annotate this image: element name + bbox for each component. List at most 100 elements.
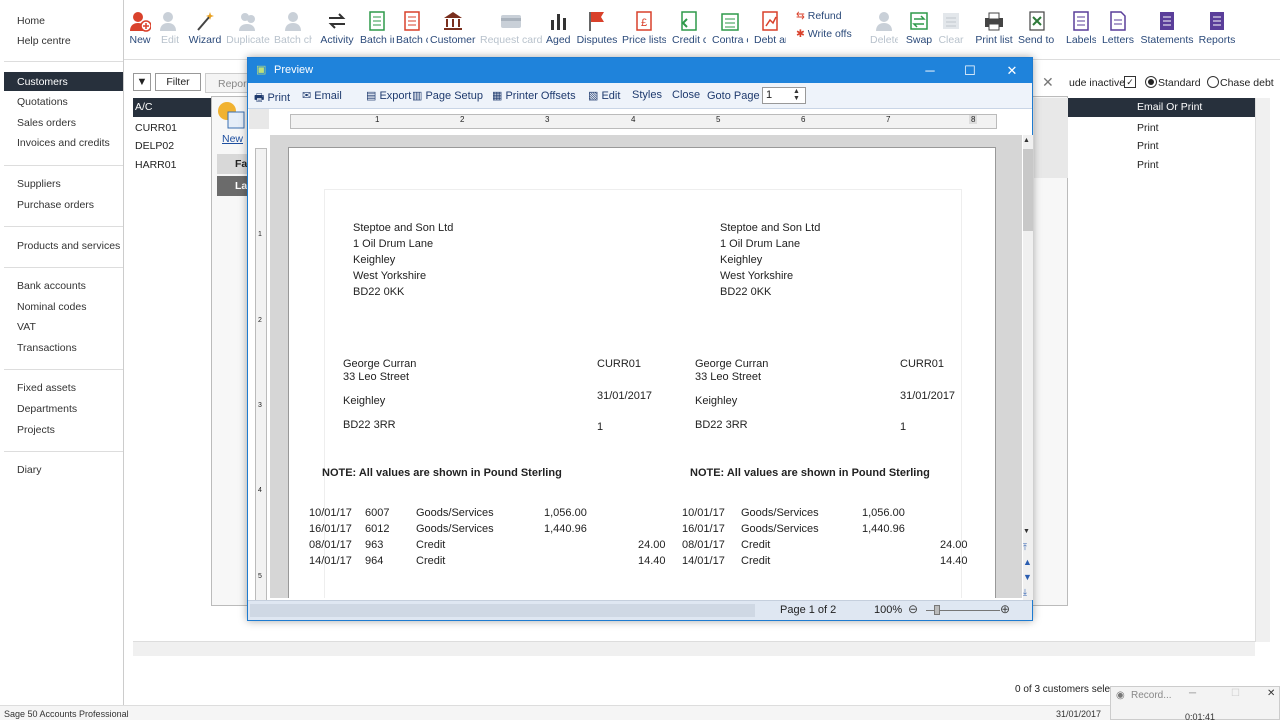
bank-receipt-icon	[444, 12, 462, 30]
sidebar-item-projects[interactable]: Projects	[17, 424, 55, 436]
price-lists-button[interactable]: £ Price lists	[622, 10, 666, 57]
sidebar-item-suppliers[interactable]: Suppliers	[17, 178, 61, 190]
print-list-button[interactable]: Print list	[974, 10, 1014, 57]
sidebar-item-products-services[interactable]: Products and services	[17, 240, 120, 252]
export-icon: ▤	[366, 90, 377, 102]
maximize-button[interactable]: ☐	[950, 58, 990, 83]
batch-changes-button[interactable]: Batch changes	[274, 10, 312, 57]
wizard-button[interactable]: Wizard	[188, 10, 222, 57]
ruler-mark: 1	[375, 115, 380, 124]
sidebar-item-sales-orders[interactable]: Sales orders	[17, 117, 76, 129]
line-date: 08/01/17	[309, 539, 352, 551]
grid-row-email[interactable]: Print	[1137, 140, 1159, 152]
sidebar-item-nominal-codes[interactable]: Nominal codes	[17, 301, 86, 313]
recorder-minimize-button[interactable]: ─	[1189, 688, 1196, 699]
batch-changes-button-label: Batch changes	[274, 35, 312, 46]
aged-debt-button[interactable]: Aged debt	[546, 10, 572, 57]
sidebar-item-quotations[interactable]: Quotations	[17, 96, 68, 108]
request-card-payment-button[interactable]: Request card payment	[480, 10, 542, 57]
batch-invoice-button[interactable]: Batch invoice	[360, 10, 394, 57]
tab-fa[interactable]: Fa	[217, 154, 249, 174]
grid-row-email[interactable]: Print	[1137, 122, 1159, 134]
grid-row-ac[interactable]: HARR01	[135, 159, 176, 171]
dialog-side-panel	[1034, 98, 1068, 178]
clear-button[interactable]: Clear	[938, 10, 964, 57]
horizontal-scrollbar[interactable]	[250, 604, 755, 617]
write-offs-button[interactable]: ✱ Write offs	[796, 29, 860, 40]
debt-analysis-button[interactable]: Debt analysis	[754, 10, 786, 57]
filter-icon[interactable]: ▼	[133, 73, 151, 91]
sidebar-item-fixed-assets[interactable]: Fixed assets	[17, 382, 76, 394]
disputes-button[interactable]: Disputes	[576, 10, 618, 57]
sidebar-item-bank-accounts[interactable]: Bank accounts	[17, 280, 86, 292]
batch-credit-button[interactable]: Batch credit	[396, 10, 428, 57]
customer-postcode: BD22 3RR	[343, 419, 396, 431]
duplicate-button[interactable]: Duplicate	[226, 10, 270, 57]
edit-icon: ▧	[588, 90, 599, 102]
sidebar-item-diary[interactable]: Diary	[17, 464, 42, 476]
page-number: 1	[900, 421, 907, 433]
page-nav-icons[interactable]: ⤒ ▲ ▼ ⤓	[1023, 540, 1032, 600]
close-icon[interactable]: ✕	[1042, 74, 1054, 91]
grid-row-email[interactable]: Print	[1137, 159, 1159, 171]
preview-titlebar[interactable]: ▣ Preview ─ ☐ ✕	[248, 58, 1032, 83]
sidebar-item-purchase-orders[interactable]: Purchase orders	[17, 199, 94, 211]
sidebar-item-home[interactable]: Home	[17, 15, 45, 27]
scroll-up-icon[interactable]: ▲	[1023, 137, 1030, 144]
scroll-thumb[interactable]	[1023, 149, 1033, 231]
grid-horizontal-scrollbar[interactable]	[133, 641, 1255, 656]
new-link[interactable]: New	[222, 133, 243, 145]
sidebar-item-invoices-credits[interactable]: Invoices and credits	[17, 137, 110, 149]
send-to-excel-button[interactable]: Send to Excel	[1018, 10, 1056, 57]
email-button[interactable]: ✉ Email	[302, 89, 342, 102]
print-button[interactable]: 🖶 Print	[254, 89, 290, 108]
statements-button-label: Statements	[1140, 35, 1194, 46]
close-preview-button[interactable]: Close	[672, 89, 700, 101]
swap-button[interactable]: Swap	[904, 10, 934, 57]
credit-charges-button[interactable]: Credit charges	[672, 10, 706, 57]
labels-button[interactable]: Labels	[1066, 10, 1096, 57]
zoom-in-icon[interactable]: ⊕	[1000, 602, 1010, 616]
sidebar-item-departments[interactable]: Departments	[17, 403, 77, 415]
zoom-slider-thumb[interactable]	[934, 605, 940, 615]
standard-radio[interactable]	[1145, 76, 1157, 88]
reports-button[interactable]: Reports	[1198, 10, 1236, 57]
refund-button[interactable]: ⇆ Refund	[796, 11, 856, 22]
recorder-close-button[interactable]: ✕	[1267, 688, 1275, 699]
page-setup-button[interactable]: ▥ Page Setup	[412, 89, 483, 102]
export-button[interactable]: ▤ Export	[366, 89, 411, 102]
recorder-maximize-button[interactable]: ☐	[1231, 688, 1240, 699]
customer-receipt-button[interactable]: Customer receipt	[430, 10, 476, 57]
new-button[interactable]: New	[128, 10, 152, 57]
grid-row-ac[interactable]: DELP02	[135, 140, 174, 152]
col-header-email-or-print[interactable]: Email Or Print	[1137, 101, 1202, 113]
delete-button[interactable]: Delete	[870, 10, 898, 57]
reports-tab[interactable]: Repor	[205, 73, 249, 93]
edit-button[interactable]: Edit	[158, 10, 182, 57]
statements-button[interactable]: Statements	[1140, 10, 1194, 57]
chase-debt-radio[interactable]	[1207, 76, 1219, 88]
contra-entries-button[interactable]: Contra entries	[712, 10, 748, 57]
close-button[interactable]: ✕	[992, 58, 1032, 83]
styles-button[interactable]: Styles	[632, 89, 662, 101]
sidebar-item-vat[interactable]: VAT	[17, 321, 36, 333]
filter-button[interactable]: Filter	[155, 73, 201, 91]
letters-button[interactable]: Letters	[1100, 10, 1136, 57]
minimize-button[interactable]: ─	[910, 58, 950, 83]
goto-page-spinner[interactable]: ▲ ▼	[793, 88, 800, 102]
zoom-out-icon[interactable]: ⊖	[908, 602, 918, 616]
scroll-down-icon[interactable]: ▼	[1023, 528, 1030, 535]
preview-vertical-scrollbar[interactable]: ▲ ▼ ⤒ ▲ ▼ ⤓	[1023, 135, 1033, 600]
new-record-icon[interactable]	[216, 100, 246, 130]
include-inactive-checkbox[interactable]: ✓	[1124, 76, 1136, 88]
col-header-ac[interactable]: A/C	[135, 101, 153, 113]
sidebar-item-help-centre[interactable]: Help centre	[17, 35, 71, 47]
activity-button[interactable]: Activity	[318, 10, 356, 57]
line-ref: 6012	[365, 523, 390, 535]
grid-row-ac[interactable]: CURR01	[135, 122, 177, 134]
grid-vertical-scrollbar[interactable]	[1255, 98, 1270, 642]
sidebar-item-transactions[interactable]: Transactions	[17, 342, 77, 354]
printer-offsets-button[interactable]: ▦ Printer Offsets	[492, 89, 576, 102]
tab-la[interactable]: La	[217, 176, 249, 196]
edit-button[interactable]: ▧ Edit	[588, 89, 620, 102]
